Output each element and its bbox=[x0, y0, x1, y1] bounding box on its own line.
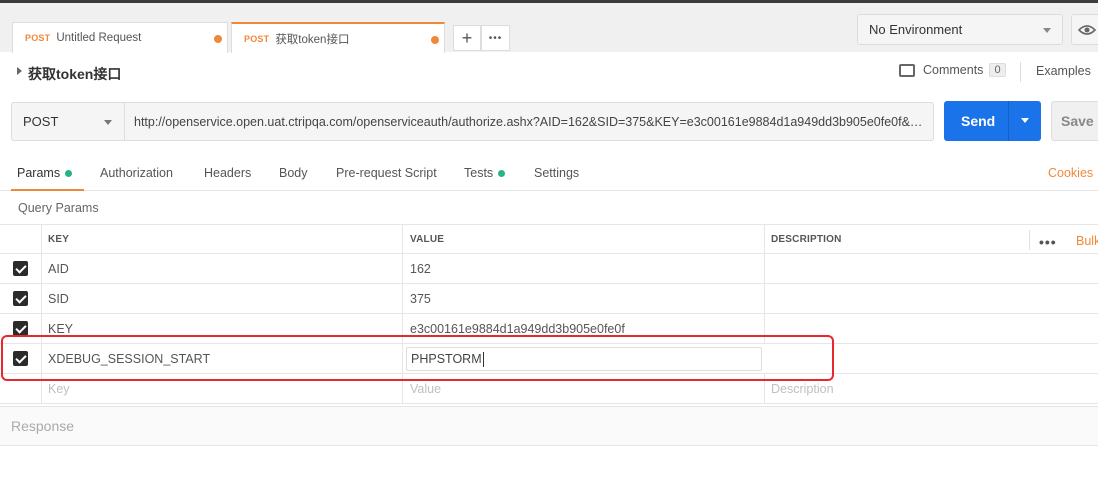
eye-icon bbox=[1078, 24, 1096, 35]
send-button[interactable]: Send bbox=[944, 101, 1041, 141]
response-panel-header: Response bbox=[0, 406, 1098, 446]
request-tab-active[interactable]: POST 获取token接口 bbox=[231, 22, 445, 53]
request-tab-bar: POST Untitled Request POST 获取token接口 + •… bbox=[0, 0, 1098, 53]
checkbox[interactable] bbox=[13, 261, 28, 276]
send-label: Send bbox=[961, 113, 996, 129]
cookies-link[interactable]: Cookies bbox=[1048, 166, 1093, 180]
tab-label: Tests bbox=[464, 166, 494, 180]
divider bbox=[1029, 230, 1030, 250]
unsaved-dot-icon bbox=[431, 36, 439, 44]
method-select[interactable]: POST bbox=[11, 102, 125, 141]
tab-body[interactable]: Body bbox=[279, 166, 308, 180]
environment-select[interactable]: No Environment bbox=[857, 14, 1063, 45]
request-subtabs: Params Authorization Headers Body Pre-re… bbox=[0, 158, 1098, 191]
tab-pre-request-script[interactable]: Pre-request Script bbox=[336, 166, 437, 180]
column-header-key: KEY bbox=[42, 225, 403, 253]
tab-tests[interactable]: Tests bbox=[464, 166, 506, 180]
tab-authorization[interactable]: Authorization bbox=[100, 166, 173, 180]
param-value[interactable]: 162 bbox=[403, 254, 765, 283]
table-header-row: KEY VALUE DESCRIPTION ••• Bulk bbox=[0, 224, 1098, 254]
checkbox[interactable] bbox=[13, 321, 28, 336]
active-tab-indicator bbox=[11, 189, 84, 191]
new-tab-button[interactable]: + bbox=[453, 25, 481, 51]
tab-method-label: POST bbox=[244, 33, 270, 44]
tab-label: Pre-request Script bbox=[336, 166, 437, 180]
url-value: http://openservice.open.uat.ctripqa.com/… bbox=[134, 114, 924, 129]
more-icon: ••• bbox=[488, 32, 503, 44]
chevron-down-icon[interactable] bbox=[1021, 118, 1029, 123]
request-name[interactable]: 获取token接口 bbox=[28, 64, 121, 84]
tab-label: 获取token接口 bbox=[275, 33, 350, 46]
column-header-value: VALUE bbox=[403, 225, 765, 253]
method-value: POST bbox=[23, 114, 59, 129]
comments-label: Comments bbox=[923, 63, 984, 77]
divider bbox=[1020, 62, 1021, 82]
table-row: SID 375 bbox=[0, 284, 1098, 314]
more-icon[interactable]: ••• bbox=[1039, 234, 1057, 250]
url-input[interactable]: http://openservice.open.uat.ctripqa.com/… bbox=[125, 102, 934, 141]
plus-icon: + bbox=[461, 27, 473, 48]
comments-button[interactable]: Comments 0 bbox=[899, 63, 1006, 77]
tab-label: Untitled Request bbox=[56, 32, 142, 44]
active-dot-icon bbox=[498, 169, 506, 177]
unsaved-dot-icon bbox=[214, 35, 222, 43]
save-label: Save bbox=[1061, 113, 1094, 129]
param-description[interactable] bbox=[765, 254, 1098, 283]
tab-label: Settings bbox=[534, 166, 580, 180]
comment-icon bbox=[899, 63, 915, 77]
comments-count-badge: 0 bbox=[989, 63, 1006, 77]
tab-headers[interactable]: Headers bbox=[204, 166, 251, 180]
active-dot-icon bbox=[65, 169, 73, 177]
param-key[interactable]: AID bbox=[42, 254, 403, 283]
query-params-heading: Query Params bbox=[18, 201, 99, 215]
examples-button[interactable]: Examples bbox=[1036, 64, 1091, 78]
highlight-annotation bbox=[1, 335, 834, 381]
checkbox-cell bbox=[0, 254, 42, 283]
tab-label: Authorization bbox=[100, 166, 173, 180]
bulk-edit-link[interactable]: Bulk bbox=[1076, 234, 1098, 248]
checkbox[interactable] bbox=[13, 291, 28, 306]
tab-params[interactable]: Params bbox=[17, 166, 73, 180]
tab-label: Params bbox=[17, 166, 61, 180]
save-button[interactable]: Save bbox=[1051, 101, 1098, 141]
param-key[interactable]: SID bbox=[42, 284, 403, 313]
caret-right-icon[interactable] bbox=[17, 67, 22, 75]
divider bbox=[1008, 101, 1009, 141]
tab-settings[interactable]: Settings bbox=[534, 166, 579, 180]
tab-method-label: POST bbox=[25, 33, 51, 43]
tab-label: Body bbox=[279, 166, 308, 180]
request-tab-untitled[interactable]: POST Untitled Request bbox=[12, 22, 228, 53]
header-checkbox-cell bbox=[0, 225, 42, 253]
environment-value: No Environment bbox=[869, 22, 963, 37]
param-description[interactable] bbox=[765, 284, 1098, 313]
checkbox-cell bbox=[0, 284, 42, 313]
table-row: AID 162 bbox=[0, 254, 1098, 284]
tab-label: Headers bbox=[204, 166, 252, 180]
tab-options-button[interactable]: ••• bbox=[481, 25, 510, 51]
environment-quick-look-button[interactable] bbox=[1071, 14, 1098, 45]
response-label: Response bbox=[11, 418, 75, 434]
param-value[interactable]: 375 bbox=[403, 284, 765, 313]
chevron-down-icon bbox=[104, 120, 112, 125]
chevron-down-icon bbox=[1043, 28, 1051, 33]
